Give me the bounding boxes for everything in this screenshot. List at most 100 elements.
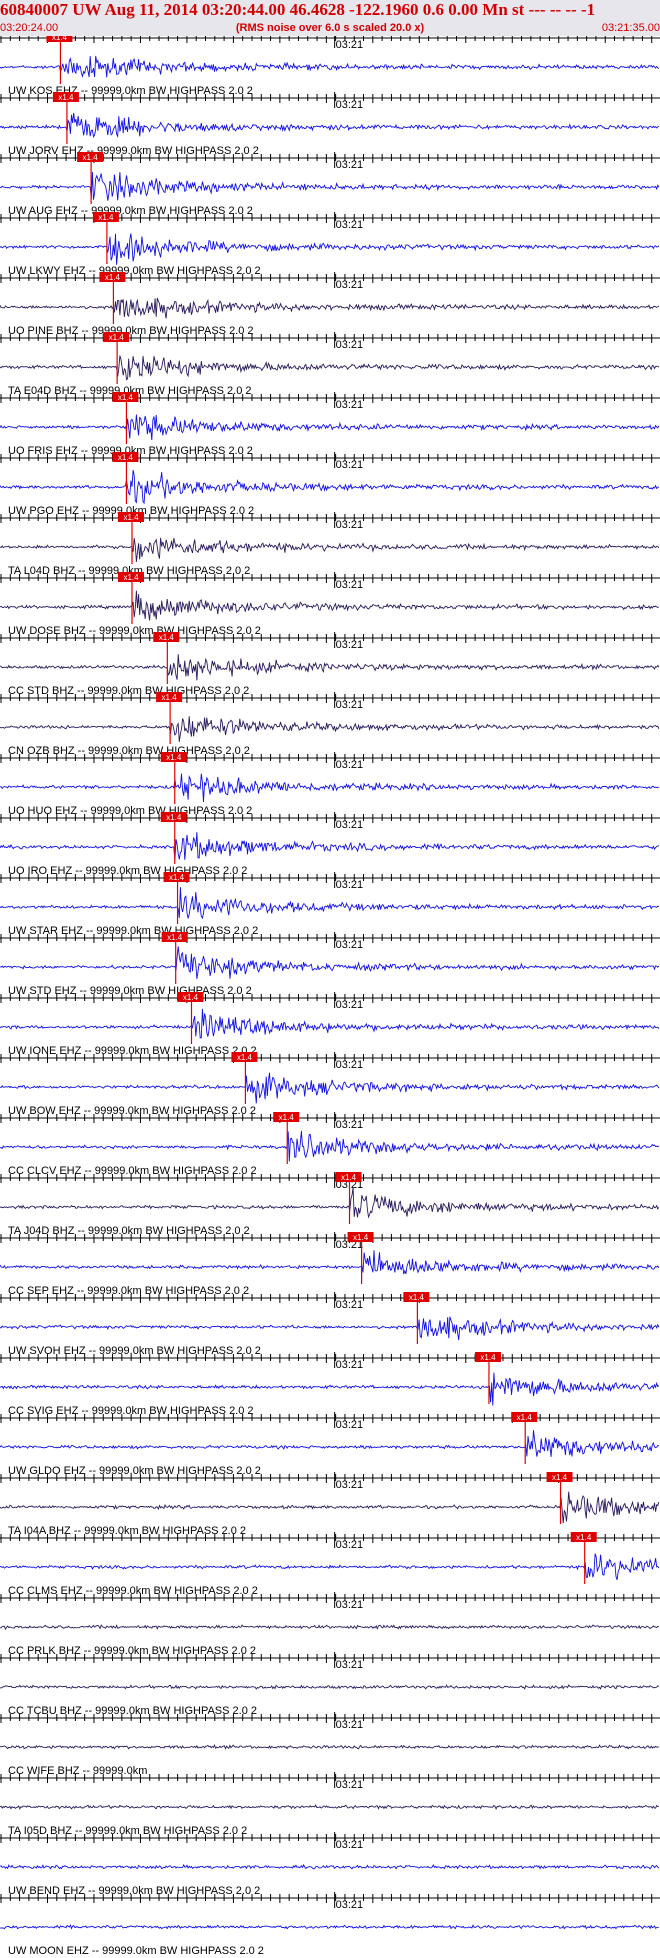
waveform xyxy=(0,1684,660,1690)
minute-tick-label: 03:21 xyxy=(336,579,364,591)
trace-row: 03:21 UW MOON EHZ -- 99999.0km BW HIGHPAS… xyxy=(0,1892,660,1957)
trace-row: 03:21x1.4TA J04D BHZ -- 99999.0km BW HIG… xyxy=(0,1172,660,1237)
minute-tick-label: 03:21 xyxy=(336,399,364,411)
station-label: UW KOS EHZ -- 99999.0km BW HIGHPASS 2.0 … xyxy=(8,85,253,97)
station-label: UW STAR EHZ -- 99999.0km BW HIGHPASS 2.0… xyxy=(8,925,258,937)
waveform xyxy=(0,654,660,681)
waveform xyxy=(0,233,660,265)
trace-row: 03:21x1.4UW STD EHZ -- 99999.0km BW HIGH… xyxy=(0,932,660,997)
pick-marker-label: x1.4 xyxy=(517,1413,533,1422)
waveform xyxy=(0,537,660,562)
pick-marker-label: x1.4 xyxy=(409,1293,425,1302)
pick-marker-label: x1.4 xyxy=(123,513,139,522)
end-time: 03:21:35.00 xyxy=(601,22,660,34)
trace-row: 03:21 CC TCBU BHZ -- 99999.0km BW HIGHPAS… xyxy=(0,1652,660,1717)
trace-row: 03:21 x1.4 UW GLDO EHZ -- 99999.0km BW HIG… xyxy=(0,1412,660,1477)
trace-row: 03:21CC WIFE BHZ -- 99999.0km xyxy=(0,1712,660,1777)
pick-marker-label: x1.4 xyxy=(58,93,74,102)
station-label: UW IONE EHZ -- 99999.0km BW HIGHPASS 2.0… xyxy=(8,1045,257,1057)
minute-tick-label: 03:21 xyxy=(336,1059,364,1071)
pick-marker-label: x1.4 xyxy=(83,153,99,162)
waveform xyxy=(0,1430,660,1457)
station-label: UW LKWY EHZ -- 99999.0km BW HIGHPASS 2.0… xyxy=(8,265,261,277)
waveform xyxy=(0,470,660,505)
pick-marker-label: x1.4 xyxy=(480,1353,496,1362)
station-label: CC PRLK BHZ -- 99999.0km BW HIGHPASS 2.0… xyxy=(8,1645,256,1657)
minute-tick-label: 03:21 xyxy=(336,1719,364,1731)
minute-tick-label: 03:21 xyxy=(336,39,364,51)
minute-tick-label: 03:21 xyxy=(336,1419,364,1431)
trace-row: 03:21 x1.4 UO IRO EHZ -- 99999.0km BW HIGH… xyxy=(0,812,660,877)
trace-row: 03:21 x1.4 UO HUO EHZ -- 99999.0km BW HIGH… xyxy=(0,752,660,817)
station-label: TA J04D BHZ -- 99999.0km BW HIGHPASS 2.0… xyxy=(8,1225,250,1237)
waveform xyxy=(0,1923,660,1930)
pick-marker-label: x1.4 xyxy=(166,813,182,822)
waveform xyxy=(0,112,660,139)
pick-marker-label: x1.4 xyxy=(118,453,134,462)
pick-marker-label: x1.4 xyxy=(279,1113,295,1122)
waveform xyxy=(0,1187,660,1219)
waveform xyxy=(0,1743,659,1750)
minute-tick-label: 03:21 xyxy=(336,1659,364,1671)
waveform xyxy=(0,414,660,441)
trace-row: 03:21 x1.4 UW STAR EHZ -- 99999.0km BW HIG… xyxy=(0,872,660,937)
pick-marker-label: x1.4 xyxy=(162,693,178,702)
trace-row: 03:21 x1.4 UW KOS EHZ -- 99999.0km BW HIGH… xyxy=(0,36,660,97)
trace-row: 03:21 x1.4 UW BOW EHZ -- 99999.0km BW HIGH… xyxy=(0,1052,660,1117)
station-label: CC CLCV EHZ -- 99999.0km BW HIGHPASS 2.0… xyxy=(8,1165,257,1177)
station-label: UW AUG EHZ -- 99999.0km BW HIGHPASS 2.0 … xyxy=(8,205,253,217)
station-label: UW GLDO EHZ -- 99999.0km BW HIGHPASS 2.0… xyxy=(8,1465,261,1477)
pick-marker-label: x1.4 xyxy=(167,933,183,942)
trace-row: 03:21x1.4TA E04D BHZ -- 99999.0km BW HIG… xyxy=(0,332,660,397)
minute-tick-label: 03:21 xyxy=(336,1599,364,1611)
minute-tick-label: 03:21 xyxy=(336,159,364,171)
minute-tick-label: 03:21 xyxy=(336,1839,364,1851)
pick-marker-label: x1.4 xyxy=(98,213,114,222)
pick-marker-label: x1.4 xyxy=(341,1173,357,1182)
minute-tick-label: 03:21 xyxy=(336,99,364,111)
trace-row: 03:21x1.4CC SEP EHZ -- 99999.0km BW HIGH… xyxy=(0,1232,660,1297)
minute-tick-label: 03:21 xyxy=(336,699,364,711)
minute-tick-label: 03:21 xyxy=(336,279,364,291)
station-label: CC STD BHZ -- 99999.0km BW HIGHPASS 2.0 … xyxy=(8,685,249,697)
station-label: CC TCBU BHZ -- 99999.0km BW HIGHPASS 2.0… xyxy=(8,1705,257,1717)
trace-row: 03:21 x1.4 UW JORV EHZ -- 99999.0km BW HIG… xyxy=(0,92,660,157)
station-label: TA I04A BHZ -- 99999.0km BW HIGHPASS 2.0… xyxy=(8,1525,246,1537)
pick-marker-label: x1.4 xyxy=(576,1533,592,1542)
waveform xyxy=(0,590,660,621)
waveform xyxy=(0,1553,660,1581)
minute-tick-label: 03:21 xyxy=(336,939,364,951)
pick-marker-label: x1.4 xyxy=(353,1233,369,1242)
station-label: UO IRO EHZ -- 99999.0km BW HIGHPASS 2.0 … xyxy=(8,865,247,877)
minute-tick-label: 03:21 xyxy=(336,639,364,651)
trace-row: 03:21 x1.4 TA I04A BHZ -- 99999.0km BW HIG… xyxy=(0,1472,660,1537)
trace-row: 03:21 x1.4 CC CLCV EHZ -- 99999.0km BW HIG… xyxy=(0,1112,660,1177)
pick-marker-label: x1.4 xyxy=(118,393,134,402)
trace-row: 03:21 x1.4 UW LKWY EHZ -- 99999.0km BW HIG… xyxy=(0,212,660,277)
waveform xyxy=(0,355,660,381)
waveform xyxy=(0,1072,660,1104)
station-label: CC SEP EHZ -- 99999.0km BW HIGHPASS 2.0 … xyxy=(8,1285,249,1297)
pick-marker-label: x1.4 xyxy=(237,1053,253,1062)
pick-marker-label: x1.4 xyxy=(159,633,175,642)
waveform xyxy=(0,887,660,920)
minute-tick-label: 03:21 xyxy=(336,459,364,471)
trace-row: 03:21 CC PRLK BHZ -- 99999.0km BW HIGHPAS… xyxy=(0,1592,660,1657)
waveform xyxy=(0,1863,660,1870)
waveform xyxy=(0,1316,660,1341)
trace-row: 03:21x1.4UO FRIS EHZ -- 99999.0km BW HIG… xyxy=(0,392,660,457)
pick-marker-label: x1.4 xyxy=(552,1473,568,1482)
minute-tick-label: 03:21 xyxy=(336,1119,364,1131)
trace-row: 03:21x1.4UO PINE BHZ -- 99999.0km BW HIG… xyxy=(0,272,660,337)
trace-row: 03:21 x1.4 CC STD BHZ -- 99999.0km BW HIGH… xyxy=(0,632,660,697)
station-label: UW DOSE BHZ -- 99999.0km BW HIGHPASS 2.0… xyxy=(8,625,261,637)
waveform xyxy=(0,1008,660,1039)
station-label: CC CLMS EHZ -- 99999.0km BW HIGHPASS 2.0… xyxy=(8,1585,258,1597)
waveform xyxy=(0,832,660,861)
trace-row: 03:21 x1.4 CN OZB BHZ -- 99999.0km BW HIGH… xyxy=(0,692,660,757)
minute-tick-label: 03:21 xyxy=(336,819,364,831)
waveform xyxy=(0,946,660,979)
trace-row: 03:21x1.4CC SVIG EHZ -- 99999.0km BW HIG… xyxy=(0,1352,660,1417)
minute-tick-label: 03:21 xyxy=(336,339,364,351)
trace-row: 03:21 TA I05D BHZ -- 99999.0km BW HIGHPAS… xyxy=(0,1772,660,1837)
